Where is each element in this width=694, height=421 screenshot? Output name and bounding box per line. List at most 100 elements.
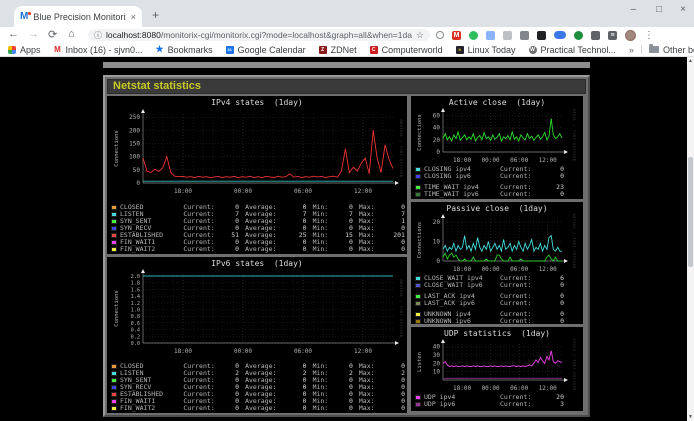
svg-text:40: 40 [433, 344, 441, 351]
legend-swatch [415, 276, 421, 281]
window-minimize-button[interactable]: – [630, 4, 636, 15]
svg-text:2.0: 2.0 [131, 274, 140, 280]
svg-text:RRDTOOL / TOBI OETIKER: RRDTOOL / TOBI OETIKER [399, 279, 403, 337]
svg-text:Connections: Connections [417, 222, 423, 258]
back-icon[interactable]: ← [8, 28, 19, 40]
legend-value-min: 0 [338, 246, 353, 253]
browser-menu-icon[interactable]: ⋮ [644, 30, 654, 41]
home-icon[interactable]: ⌂ [68, 28, 75, 40]
window-close-button[interactable]: × [680, 4, 686, 15]
svg-text:200: 200 [129, 127, 140, 134]
legend-key-average: Average: [245, 246, 289, 253]
legend-value-average: 0 [289, 246, 306, 253]
title-bar: M Blue Precision Monitorix × + – □ × [0, 0, 694, 27]
legend-swatch [415, 174, 421, 179]
legend-row: CLOSE_WAIT ipv6Current:0 [413, 282, 581, 289]
bookmarks-bar: Apps MInbox (16) - sjvn0... ★Bookmarks 31Go… [0, 43, 694, 57]
svg-text:1.4: 1.4 [131, 294, 140, 300]
chart-title: UDP statistics (1day) [413, 328, 581, 339]
legend-key-current: Current: [500, 300, 544, 307]
graph-panel-ipv4-states: IPv4 states (1day) 05010015020025018:000… [107, 96, 407, 254]
search-extension-icon[interactable] [436, 31, 444, 39]
chart-title: IPv4 states (1day) [109, 97, 405, 108]
gmail-icon: M [54, 46, 62, 54]
cast-extension-icon[interactable] [520, 31, 529, 40]
svg-text:18:00: 18:00 [174, 348, 192, 355]
bookmark-label: ZDNet [331, 45, 357, 55]
legend-swatch [111, 205, 117, 210]
legend-label: CLOSING ipv6 [424, 173, 500, 180]
extensions-puzzle-icon[interactable] [591, 31, 600, 40]
address-bar[interactable]: ⓘ localhost:8080/monitorix-cgi/monitorix… [88, 29, 430, 41]
extensions-row: M ≡ ⋮ [436, 29, 654, 41]
legend-swatch [415, 167, 421, 172]
bookmark-star-icon[interactable]: ☆ [416, 30, 424, 41]
svg-text:Listen: Listen [417, 352, 423, 372]
section-title: Netstat statistics [107, 79, 586, 94]
bookmark-item[interactable]: WPractical Technol... [529, 45, 616, 55]
gmail-extension-icon[interactable]: M [452, 31, 461, 40]
bookmark-item[interactable]: MInbox (16) - sjvn0... [54, 45, 143, 55]
bookmarks-right: » Other bookmarks [629, 45, 694, 55]
bookmark-item[interactable]: ltLinux Today [456, 45, 516, 55]
page-scrollbar[interactable]: ▲ ▼ [687, 57, 694, 421]
scroll-down-icon[interactable]: ▼ [687, 413, 694, 421]
monitorix-favicon: M [20, 12, 28, 22]
svg-text:00:00: 00:00 [482, 157, 500, 164]
scrollbar-thumb[interactable] [688, 157, 693, 267]
bookmark-item[interactable]: ZZDNet [319, 45, 357, 55]
legend-key-max: Max: [359, 246, 386, 253]
svg-text:150: 150 [129, 140, 140, 147]
bookmarks-overflow-icon[interactable]: » [629, 45, 634, 55]
green-circle-extension-icon[interactable] [574, 31, 583, 40]
url-text: localhost:8080/monitorix-cgi/monitorix.c… [106, 30, 412, 40]
legend-label: CLOSE_WAIT ipv6 [424, 282, 500, 289]
grey-extension-icon[interactable] [503, 31, 512, 40]
bookmark-item[interactable]: Apps [8, 45, 41, 55]
apps-grid-icon [8, 46, 16, 54]
tab-close-icon[interactable]: × [131, 12, 136, 22]
new-tab-button[interactable]: + [152, 8, 159, 22]
forward-icon[interactable]: → [28, 28, 39, 40]
legend-key-current: Current: [500, 401, 544, 408]
legend-value-current: 0 [544, 191, 564, 198]
legend-row: TIME_WAIT ipv6Current:0 [413, 191, 581, 198]
profile-avatar[interactable] [625, 30, 636, 41]
legend-row: UNKNOWN ipv6Current:0 [413, 318, 581, 324]
bookmark-item[interactable]: ★Bookmarks [156, 45, 213, 55]
page-content: Netstat statistics IPv4 states (1day) 05… [0, 57, 687, 421]
browser-tab[interactable]: M Blue Precision Monitorix × [14, 6, 142, 27]
svg-text:RRDTOOL / TOBI OETIKER: RRDTOOL / TOBI OETIKER [399, 119, 403, 177]
green-extension-icon[interactable] [469, 31, 478, 40]
window-maximize-button[interactable]: □ [656, 4, 662, 15]
scroll-up-icon[interactable]: ▲ [687, 57, 694, 65]
legend-swatch [415, 185, 421, 190]
reload-icon[interactable]: ⟳ [48, 28, 57, 41]
legend-key-min: Min: [313, 246, 338, 253]
svg-text:0.8: 0.8 [131, 314, 140, 320]
legend-value-max: 0 [386, 246, 405, 253]
svg-text:18:00: 18:00 [453, 157, 471, 164]
other-bookmarks-button[interactable]: Other bookmarks [649, 45, 694, 55]
legend-key-current: Current: [500, 318, 544, 324]
browser-window: M Blue Precision Monitorix × + – □ × ← →… [0, 0, 694, 421]
svg-text:30: 30 [433, 352, 441, 359]
legend-swatch [415, 294, 421, 299]
chart-title: Passive close (1day) [413, 203, 581, 214]
legend-group: CLOSEDCurrent:0Average:0Min:0Max:0LISTEN… [109, 204, 405, 253]
legend-label: FIN_WAIT2 [120, 246, 183, 253]
svg-text:1.6: 1.6 [131, 287, 140, 293]
playlist-extension-icon[interactable]: ≡ [608, 31, 617, 40]
bookmark-item[interactable]: CComputerworld [370, 45, 443, 55]
udp-statistics-chart: 1020304018:0000:0006:0012:00ListenRRDTOO… [413, 339, 581, 394]
svg-text:18:00: 18:00 [174, 188, 192, 195]
site-info-icon[interactable]: ⓘ [94, 30, 102, 41]
svg-text:06:00: 06:00 [294, 348, 312, 355]
netstat-container: Netstat statistics IPv4 states (1day) 05… [103, 75, 590, 417]
bookmark-item[interactable]: 31Google Calendar [226, 45, 306, 55]
bookmarks-divider [641, 45, 642, 54]
legend-group: TIME_WAIT ipv4Current:23TIME_WAIT ipv6Cu… [413, 184, 581, 198]
tabs-extension-icon[interactable] [486, 31, 495, 40]
blue-extension-icon[interactable] [554, 31, 566, 39]
dark-extension-icon[interactable] [537, 31, 546, 40]
